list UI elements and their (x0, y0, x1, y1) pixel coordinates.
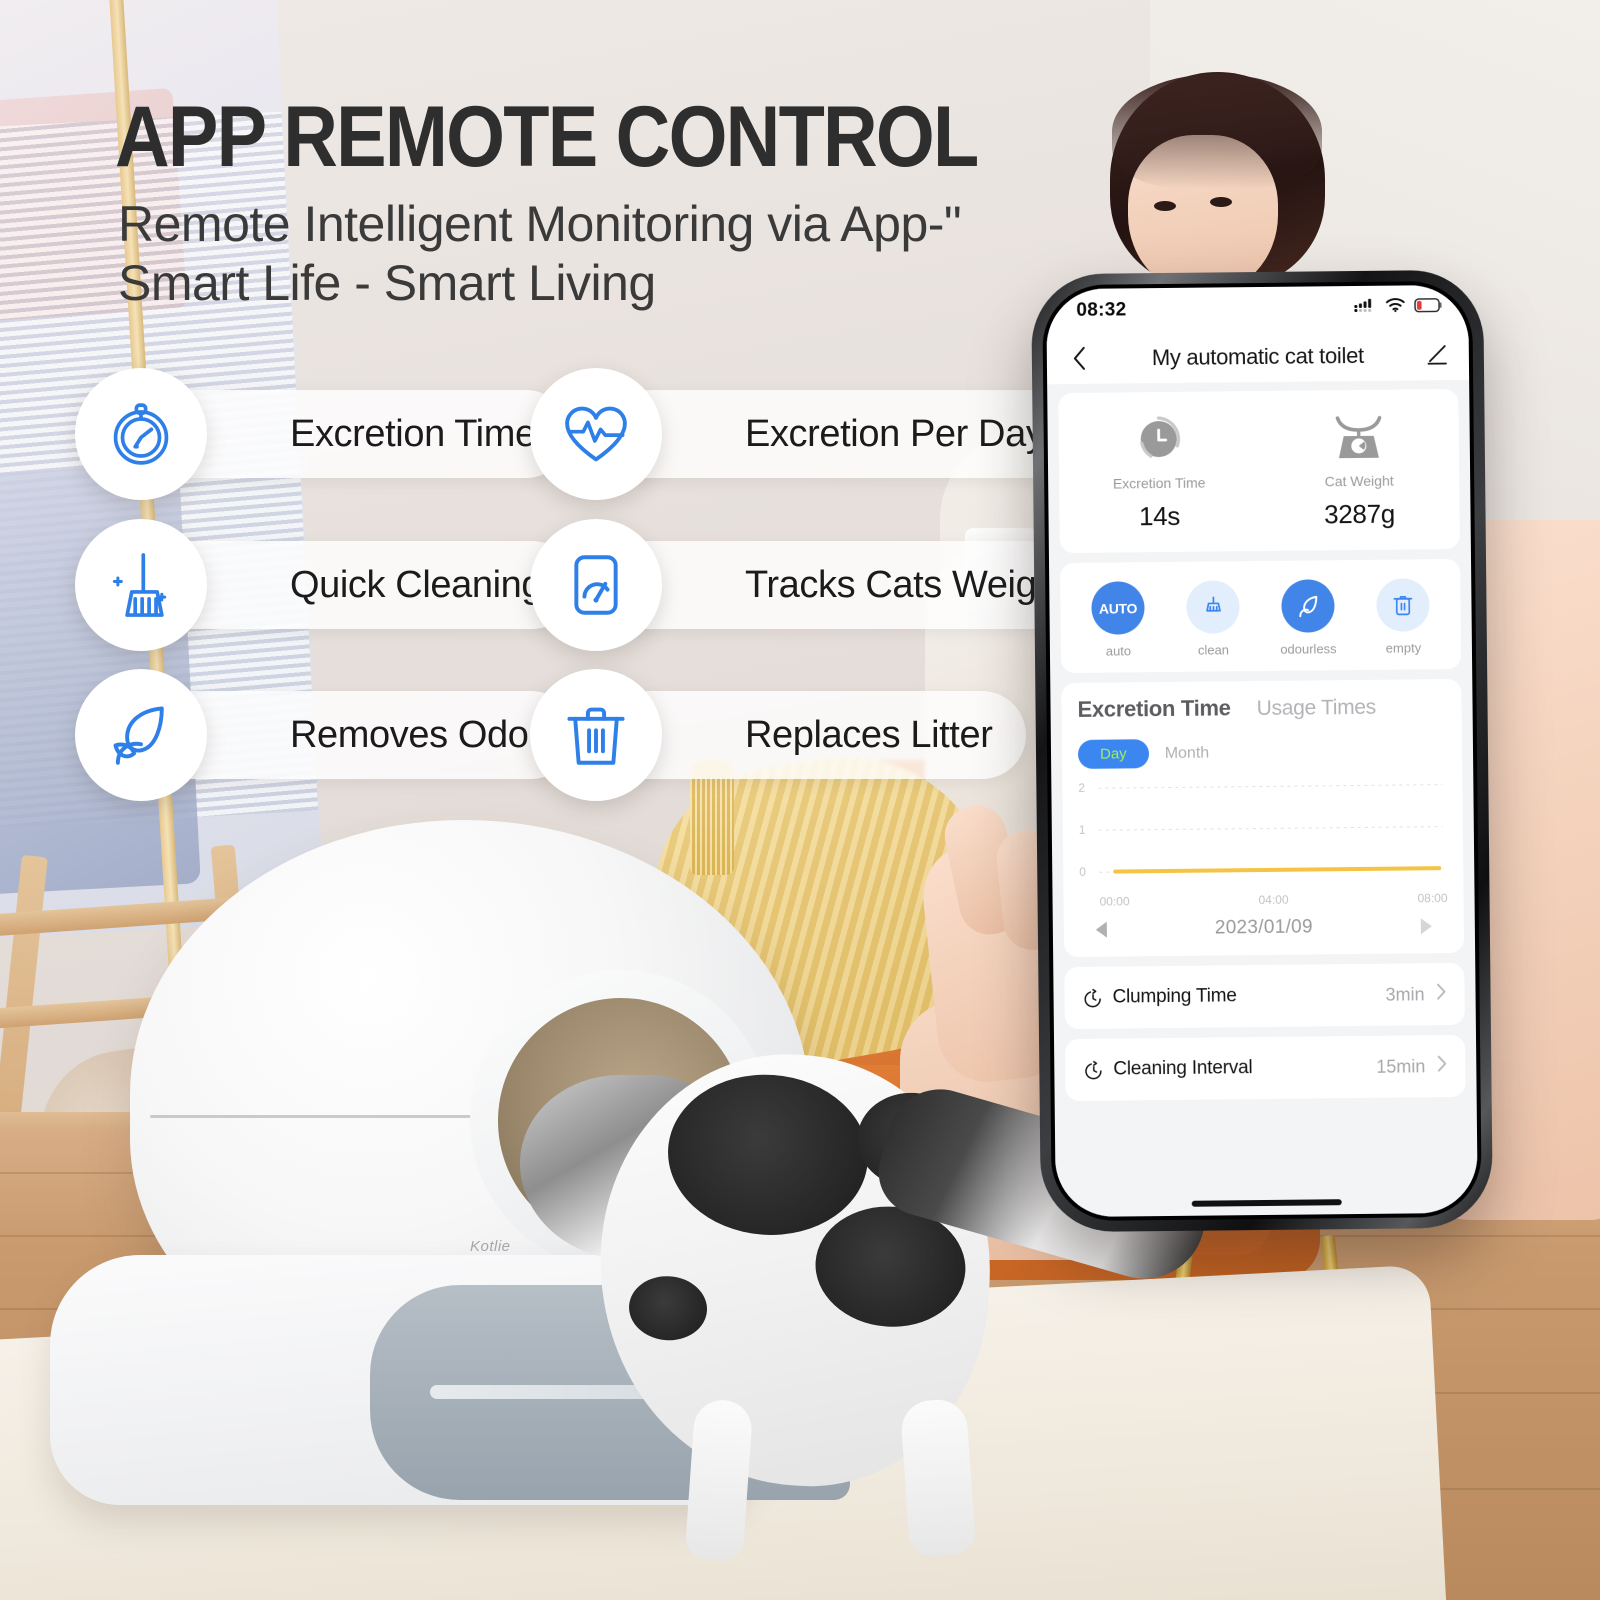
chevron-right-icon (1436, 983, 1446, 1005)
feature-pill-label: Quick Cleaning (290, 563, 543, 606)
person-bangs (1112, 74, 1322, 189)
x-axis-tick: 04:00 (1258, 892, 1289, 908)
y-axis-tick: 2 (1078, 780, 1086, 795)
triangle-right-icon[interactable] (1420, 918, 1432, 935)
stopwatch-icon (75, 368, 207, 500)
stat-value: 3287g (1323, 498, 1396, 530)
settings-row-cleaning-interval[interactable]: Cleaning Interval 15min (1065, 1034, 1466, 1102)
mode-button-clean[interactable]: clean (1165, 580, 1261, 658)
heart-pulse-icon (530, 368, 662, 500)
gauge-scale-icon (530, 519, 662, 651)
x-axis-tick: 08:00 (1417, 891, 1448, 906)
chart-tabs: Excretion Time Usage Times (1077, 693, 1445, 723)
mode-button-odourless[interactable]: odourless (1260, 579, 1356, 657)
y-axis-tick: 0 (1079, 864, 1087, 879)
settings-row-value: 3min (1385, 983, 1425, 1005)
app-navigation-bar: My automatic cat toilet (1046, 328, 1470, 386)
chart-date-label: 2023/01/09 (1214, 916, 1314, 939)
page-subtitle: Remote Intelligent Monitoring via App-" … (118, 196, 962, 311)
mode-label: auto (1105, 643, 1132, 659)
mode-label: empty (1385, 640, 1422, 656)
segment-day[interactable]: Day (1077, 739, 1149, 769)
cellular-signal-icon (1354, 298, 1376, 318)
smartphone-device: 08:32 My automatic cat toilet Excretion … (1030, 269, 1494, 1233)
battery-low-icon (1414, 297, 1442, 317)
feature-pill-removes-odor[interactable]: Removes Odor (75, 669, 575, 801)
excretion-line-chart: 2 1 0 00:00 04:00 08:00 (1078, 780, 1447, 909)
broom-icon (1186, 580, 1240, 634)
status-bar-time: 08:32 (1076, 299, 1127, 321)
stat-excretion-time: Excretion Time 14s (1058, 409, 1259, 533)
gridline (1098, 784, 1443, 789)
broom-icon (75, 519, 207, 651)
mode-label: odourless (1280, 641, 1337, 657)
auto-badge-text: AUTO (1098, 599, 1138, 617)
trash-icon (1376, 578, 1430, 632)
stat-value: 14s (1138, 500, 1181, 532)
cat-front-leg (684, 1398, 754, 1562)
settings-row-clumping-time[interactable]: Clumping Time 3min (1064, 962, 1465, 1030)
phone-screen: 08:32 My automatic cat toilet Excretion … (1046, 284, 1478, 1218)
timer-icon (1083, 1059, 1113, 1080)
kitchen-scale-icon (1258, 407, 1459, 467)
settings-row-label: Cleaning Interval (1113, 1057, 1253, 1080)
trash-icon (530, 669, 662, 801)
x-axis-tick: 00:00 (1099, 894, 1130, 909)
feature-pill-excretion-per-day[interactable]: Excretion Per Day (530, 368, 1079, 500)
chart-series-excretion-time (1113, 866, 1442, 874)
tab-usage-times[interactable]: Usage Times (1257, 696, 1376, 721)
feature-pill-quick-cleaning[interactable]: Quick Cleaning (75, 519, 577, 651)
mode-button-empty[interactable]: empty (1355, 578, 1451, 656)
clock-dial-icon (1058, 409, 1259, 469)
chevron-left-icon[interactable] (1065, 346, 1093, 371)
feature-pill-replaces-litter[interactable]: Replaces Litter (530, 669, 1027, 801)
pencil-edit-icon[interactable] (1423, 343, 1451, 367)
app-title: My automatic cat toilet (1151, 342, 1364, 370)
stat-label: Excretion Time (1112, 474, 1206, 492)
chevron-right-icon (1437, 1055, 1447, 1077)
stat-label: Cat Weight (1324, 472, 1394, 490)
excretion-chart-card: Excretion Time Usage Times Day Month 2 1… (1061, 678, 1465, 958)
page-title: APP REMOTE CONTROL (115, 89, 979, 185)
feature-pill-label: Excretion Time (290, 412, 536, 455)
brand-logo-text: Kotlie (470, 1238, 511, 1255)
feature-pill-tracks-cats-weigh[interactable]: Tracks Cats Weigh (530, 519, 1092, 651)
gridline (1098, 826, 1443, 831)
feature-pill-excretion-time[interactable]: Excretion Time (75, 368, 570, 500)
y-axis-tick: 1 (1078, 822, 1086, 837)
cat-hind-leg (899, 1397, 977, 1558)
feature-pill-label: Excretion Per Day (745, 412, 1045, 455)
segment-month[interactable]: Month (1165, 744, 1210, 762)
mode-button-auto[interactable]: AUTO auto (1070, 581, 1166, 659)
leaf-icon (75, 669, 207, 801)
stats-card: Excretion Time 14s Cat Weight 3287g (1058, 388, 1460, 554)
app-content-scroll[interactable]: Excretion Time 14s Cat Weight 3287g AUTO… (1047, 380, 1478, 1218)
auto-text-icon: AUTO (1091, 581, 1145, 635)
tab-excretion-time[interactable]: Excretion Time (1077, 695, 1230, 723)
phone-bezel: 08:32 My automatic cat toilet Excretion … (1042, 280, 1482, 1222)
feature-pill-label: Removes Odor (290, 713, 541, 756)
chart-range-segments: Day Month (1077, 736, 1446, 769)
mode-buttons-card: AUTO auto clean odourless empty (1060, 558, 1462, 674)
leaf-icon (1281, 579, 1335, 633)
wifi-icon (1385, 297, 1405, 317)
timer-icon (1082, 987, 1112, 1008)
settings-row-label: Clumping Time (1112, 985, 1237, 1008)
feature-pill-label: Replaces Litter (745, 713, 993, 756)
mode-label: clean (1197, 642, 1230, 658)
stat-cat-weight: Cat Weight 3287g (1258, 407, 1459, 531)
settings-row-value: 15min (1376, 1055, 1426, 1077)
status-bar: 08:32 (1046, 284, 1469, 334)
triangle-left-icon[interactable] (1095, 921, 1107, 938)
feature-pill-label: Tracks Cats Weigh (745, 563, 1058, 606)
